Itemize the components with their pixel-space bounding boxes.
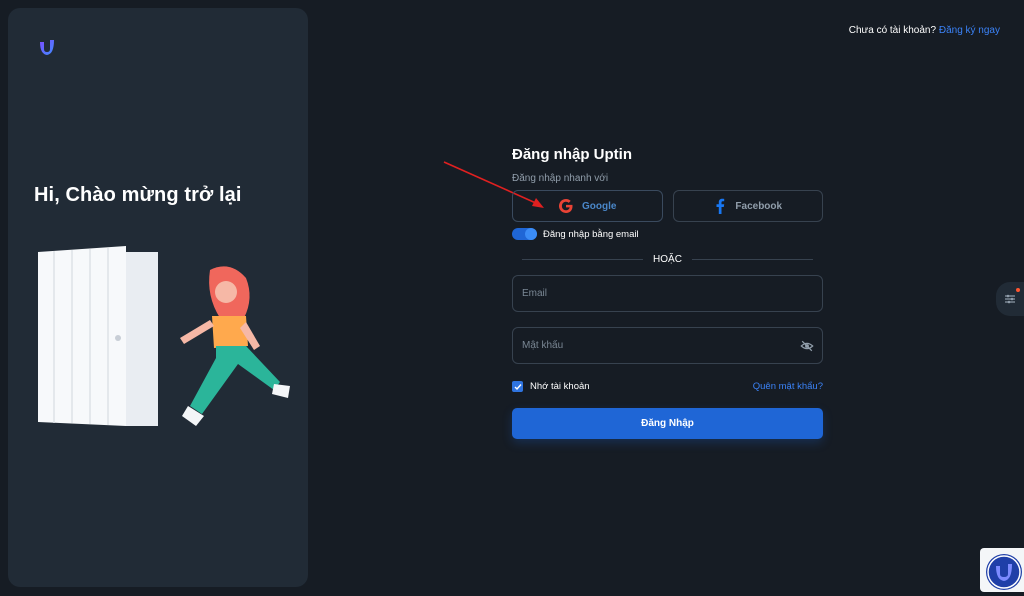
left-panel: Hi, Chào mừng trở lại [8, 8, 308, 587]
eye-off-icon[interactable] [800, 339, 814, 353]
email-toggle-label: Đăng nhập bằng email [543, 228, 639, 240]
facebook-icon [716, 198, 725, 214]
email-login-toggle[interactable] [512, 228, 537, 240]
widget-logo-icon [986, 554, 1022, 590]
password-field-wrapper [512, 327, 823, 364]
divider-line-right [691, 259, 813, 260]
email-login-toggle-row: Đăng nhập bằng email [512, 228, 823, 240]
form-title: Đăng nhập Uptin [512, 146, 632, 163]
login-submit-button[interactable]: Đăng Nhập [512, 408, 823, 439]
remember-label: Nhớ tài khoản [530, 381, 590, 392]
google-icon [559, 199, 573, 213]
or-divider: HOẶC [512, 254, 823, 265]
email-field-wrapper [512, 275, 823, 312]
remember-checkbox[interactable] [512, 381, 523, 392]
remember-row: Nhớ tài khoản Quên mật khẩu? [512, 381, 823, 392]
google-login-button[interactable]: Google [512, 190, 663, 222]
facebook-label: Facebook [735, 200, 783, 212]
facebook-login-button[interactable]: Facebook [672, 190, 823, 222]
divider-label: HOẶC [653, 254, 682, 265]
social-login-row: Google Facebook [512, 190, 823, 222]
door-illustration [38, 246, 290, 426]
divider-line-left [522, 259, 644, 260]
google-label: Google [582, 200, 617, 212]
login-form: Đăng nhập Uptin Đăng nhập nhanh với Goog… [512, 146, 823, 439]
corner-widget[interactable] [980, 548, 1024, 592]
no-account-text: Chưa có tài khoản? [848, 25, 937, 36]
check-icon [514, 383, 522, 390]
quick-login-label: Đăng nhập nhanh với [512, 173, 609, 184]
register-prompt: Chưa có tài khoản? Đăng ký ngay [849, 25, 1000, 36]
remember-me[interactable]: Nhớ tài khoản [512, 381, 590, 392]
app-logo-icon[interactable] [36, 36, 58, 58]
email-input[interactable] [522, 288, 813, 299]
notification-dot [1016, 288, 1020, 292]
settings-tab[interactable] [996, 282, 1024, 316]
settings-icon [1005, 294, 1015, 304]
welcome-heading: Hi, Chào mừng trở lại [34, 184, 242, 206]
password-input[interactable] [522, 340, 813, 351]
register-link[interactable]: Đăng ký ngay [939, 25, 1000, 36]
forgot-password-link[interactable]: Quên mật khẩu? [753, 381, 823, 392]
